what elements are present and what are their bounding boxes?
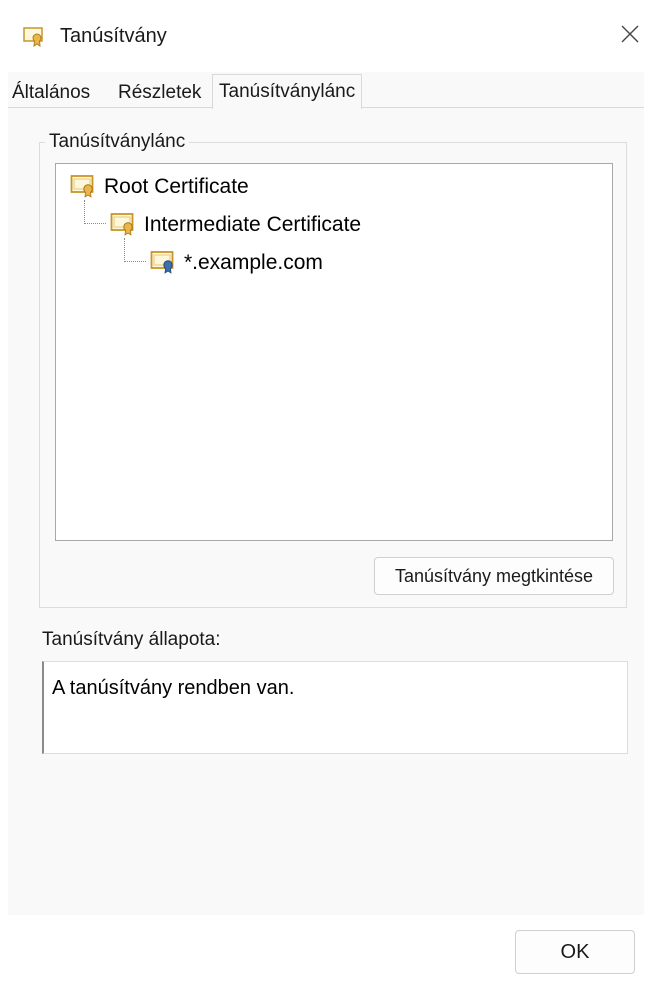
tab-details[interactable]: Részletek xyxy=(118,78,201,108)
certificate-icon xyxy=(110,210,136,241)
certificate-ribbon-icon xyxy=(150,248,176,279)
tree-item-root[interactable]: Root Certificate xyxy=(70,170,249,204)
tree-item-leaf[interactable]: *.example.com xyxy=(150,246,323,280)
tree-item-intermediate[interactable]: Intermediate Certificate xyxy=(110,208,361,242)
window-title: Tanúsítvány xyxy=(60,25,167,47)
certificate-dialog: Tanúsítvány Általános Részletek Tanúsítv… xyxy=(0,0,652,988)
certificate-tree[interactable]: Root Certificate Intermediate Certificat… xyxy=(55,163,613,541)
tree-item-label: Root Certificate xyxy=(104,175,249,198)
certificate-icon xyxy=(70,172,96,203)
ok-button[interactable]: OK xyxy=(515,930,635,974)
title-bar: Tanúsítvány xyxy=(0,0,652,72)
tab-certification-path[interactable]: Tanúsítványlánc xyxy=(212,74,363,109)
tree-connector xyxy=(124,261,146,262)
certificate-status-box: A tanúsítvány rendben van. xyxy=(42,661,628,754)
view-certificate-button[interactable]: Tanúsítvány megtkintése xyxy=(374,557,614,595)
tree-connector xyxy=(84,223,106,224)
close-button[interactable] xyxy=(612,16,648,52)
tree-item-label: Intermediate Certificate xyxy=(144,213,362,236)
tab-general[interactable]: Általános xyxy=(12,78,90,108)
tab-strip: Általános Részletek Tanúsítványlánc xyxy=(8,74,644,109)
certificate-status-label: Tanúsítvány állapota: xyxy=(42,629,221,650)
close-icon xyxy=(621,25,639,43)
group-legend: Tanúsítványlánc xyxy=(45,128,190,156)
certificate-status-text: A tanúsítvány rendben van. xyxy=(52,677,295,699)
certificate-icon xyxy=(22,24,46,48)
tree-item-label: *.example.com xyxy=(184,251,323,274)
